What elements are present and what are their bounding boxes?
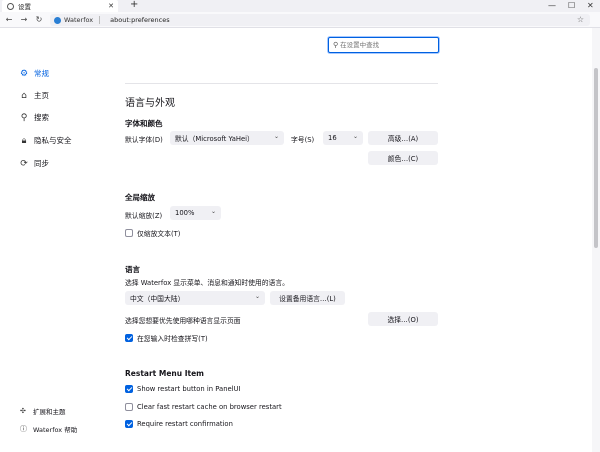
url-text[interactable]: about:preferences xyxy=(110,16,170,24)
identity-brand: Waterfox xyxy=(64,16,101,24)
default-zoom-label: 默认缩放(Z) xyxy=(125,212,163,220)
checkbox-label: Show restart button in PanelUI xyxy=(137,385,241,393)
chevron-down-icon: ⌄ xyxy=(210,208,216,215)
search-input[interactable] xyxy=(340,41,431,49)
sidebar-help-link[interactable]: ⓘ Waterfox 帮助 xyxy=(20,424,77,434)
bookmark-star-icon[interactable]: ☆ xyxy=(577,15,584,24)
choose-languages-button[interactable]: 选择…(O) xyxy=(368,312,438,326)
checkbox-label: 在您输入时检查拼写(T) xyxy=(137,335,208,343)
checkbox[interactable] xyxy=(125,420,133,428)
new-tab-button[interactable]: + xyxy=(130,0,138,10)
nav-bar: ← → ↻ Waterfox about:preferences ☆ xyxy=(0,12,600,28)
spellcheck-checkbox[interactable]: 在您输入时检查拼写(T) xyxy=(125,333,208,343)
font-size-label: 字号(S) xyxy=(291,136,315,144)
fonts-heading: 字体和颜色 xyxy=(125,119,163,128)
sidebar-item-label: 主页 xyxy=(34,91,49,100)
search-icon: ⚲ xyxy=(333,41,339,49)
tab-label: 设置 xyxy=(18,3,31,11)
divider xyxy=(125,83,438,84)
sidebar-item-label: 搜索 xyxy=(34,113,49,122)
colors-button[interactable]: 颜色…(C) xyxy=(368,151,438,165)
language-description: 选择 Waterfox 显示菜单、消息和通知时使用的语言。 xyxy=(125,279,289,287)
lock-icon: 🔒︎ xyxy=(21,135,27,146)
zoom-text-only-checkbox[interactable]: 仅缩放文本(T) xyxy=(125,228,180,238)
minimize-button[interactable]: — xyxy=(548,1,556,10)
checkbox-label: Require restart confirmation xyxy=(137,420,233,428)
url-bar[interactable]: Waterfox about:preferences ☆ xyxy=(50,14,590,26)
checkbox[interactable] xyxy=(125,334,133,342)
sidebar-item-general[interactable]: ⚙ 常规 xyxy=(18,68,49,79)
select-value: 16 xyxy=(328,134,337,142)
page-language-label: 选择您想要优先使用哪种语言显示页面 xyxy=(125,317,241,325)
default-zoom-select[interactable]: 100% ⌄ xyxy=(170,206,221,220)
tab-settings[interactable]: 设置 ✕ xyxy=(2,0,118,12)
sidebar-item-privacy[interactable]: 🔒︎ 隐私与安全 xyxy=(18,135,72,146)
close-tab-icon[interactable]: ✕ xyxy=(108,2,114,10)
select-value: 中文（中国大陆） xyxy=(130,295,185,303)
gear-icon: ⚙ xyxy=(19,68,29,79)
waterfox-icon xyxy=(54,16,61,24)
sidebar-item-search[interactable]: ⚲ 搜索 xyxy=(18,112,49,123)
default-font-select[interactable]: 默认（Microsoft YaHei） ⌄ xyxy=(170,131,284,145)
checkbox[interactable] xyxy=(125,403,133,411)
checkbox-label: 仅缩放文本(T) xyxy=(137,230,181,238)
sidebar-item-label: 隐私与安全 xyxy=(34,136,72,145)
sidebar-item-label: 常规 xyxy=(34,69,49,78)
select-value: 默认（Microsoft YaHei） xyxy=(175,135,254,143)
select-value: 100% xyxy=(175,209,195,217)
chevron-down-icon: ⌄ xyxy=(352,133,358,140)
scrollbar[interactable] xyxy=(592,28,600,452)
language-heading: 语言 xyxy=(125,265,140,274)
checkbox-label: Clear fast restart cache on browser rest… xyxy=(137,403,282,411)
sidebar-footer-label: 扩展和主题 xyxy=(33,408,66,416)
sidebar-footer-label: Waterfox 帮助 xyxy=(33,426,78,434)
chevron-down-icon: ⌄ xyxy=(254,293,260,300)
reload-icon[interactable]: ↻ xyxy=(33,15,45,24)
sync-icon: ⟳ xyxy=(20,158,28,169)
sidebar: ⚙ 常规 ⌂ 主页 ⚲ 搜索 🔒︎ 隐私与安全 ⟳ 同步 ✣ 扩展和主题 ⓘ W… xyxy=(0,28,110,452)
gear-icon xyxy=(7,2,14,10)
maximize-button[interactable]: ☐ xyxy=(568,1,575,10)
home-icon: ⌂ xyxy=(21,90,27,101)
scrollbar-thumb[interactable] xyxy=(594,68,598,248)
help-icon: ⓘ xyxy=(20,425,27,433)
sidebar-item-sync[interactable]: ⟳ 同步 xyxy=(18,158,49,169)
restart-option-checkbox[interactable]: Show restart button in PanelUI xyxy=(125,385,241,393)
language-select[interactable]: 中文（中国大陆） ⌄ xyxy=(125,291,265,305)
section-title: 语言与外观 xyxy=(125,98,175,109)
chevron-down-icon: ⌄ xyxy=(273,133,279,140)
forward-arrow-icon[interactable]: → xyxy=(18,15,30,24)
sidebar-item-home[interactable]: ⌂ 主页 xyxy=(18,90,49,101)
checkbox[interactable] xyxy=(125,385,133,393)
advanced-fonts-button[interactable]: 高级…(A) xyxy=(368,131,438,145)
sidebar-item-label: 同步 xyxy=(34,159,49,168)
search-icon: ⚲ xyxy=(20,112,28,123)
settings-search[interactable]: ⚲ xyxy=(328,37,439,53)
puzzle-icon: ✣ xyxy=(20,407,26,415)
font-size-select[interactable]: 16 ⌄ xyxy=(323,131,363,145)
restart-option-checkbox[interactable]: Require restart confirmation xyxy=(125,420,233,428)
restart-menu-heading: Restart Menu Item xyxy=(125,369,204,378)
tab-bar: 设置 ✕ + — ☐ ✕ xyxy=(0,0,600,12)
close-window-button[interactable]: ✕ xyxy=(587,1,594,10)
back-arrow-icon[interactable]: ← xyxy=(3,15,15,24)
checkbox[interactable] xyxy=(125,229,133,237)
alternate-languages-button[interactable]: 设置备用语言…(L) xyxy=(270,291,345,305)
restart-option-checkbox[interactable]: Clear fast restart cache on browser rest… xyxy=(125,403,282,411)
sidebar-extensions-link[interactable]: ✣ 扩展和主题 xyxy=(20,406,66,416)
zoom-heading: 全局缩放 xyxy=(125,193,155,202)
default-font-label: 默认字体(D) xyxy=(125,136,163,144)
